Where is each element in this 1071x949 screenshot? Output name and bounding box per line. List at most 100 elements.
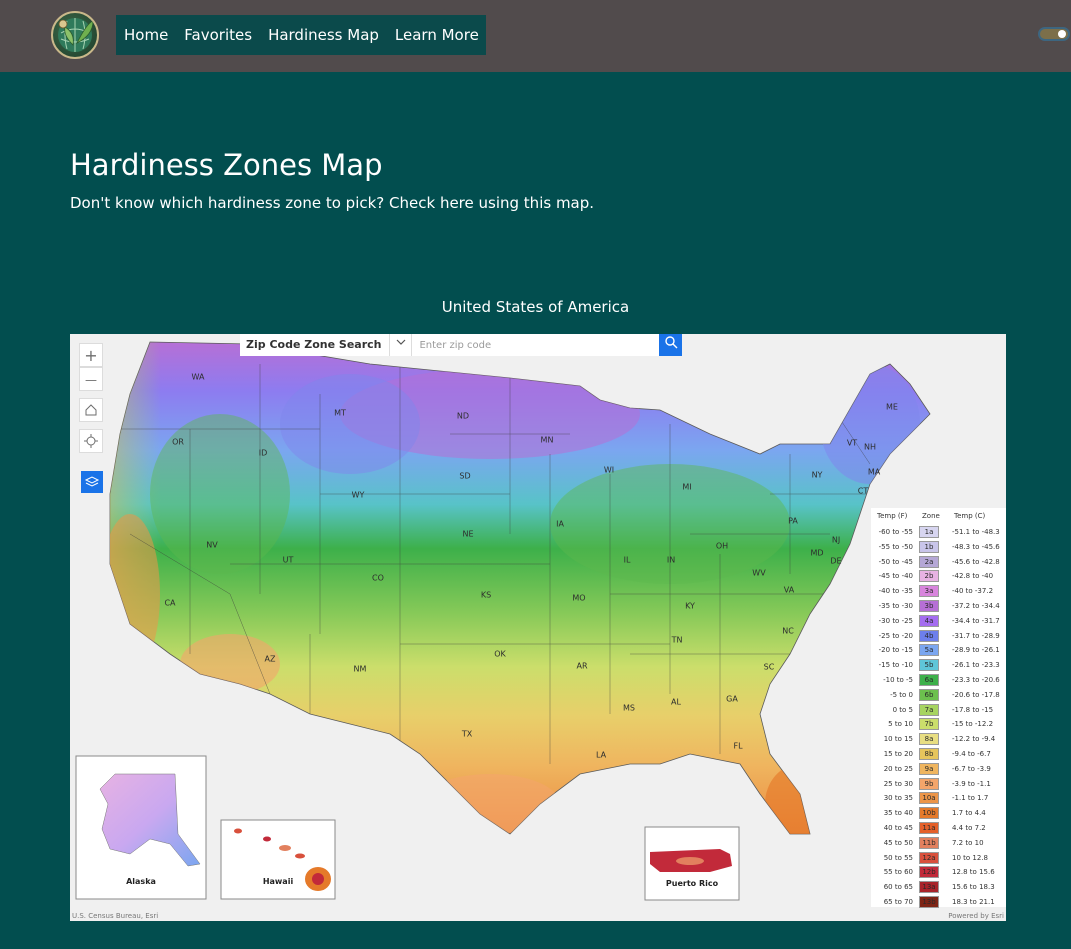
legend-temp-f: -30 to -25 bbox=[878, 616, 913, 625]
state-label-mn: MN bbox=[540, 435, 554, 445]
zip-search-button[interactable] bbox=[659, 334, 683, 356]
zone-legend: Temp (F) Zone Temp (C) -60 to -55 1a -51.1… bbox=[871, 508, 1006, 908]
state-label-ct: CT bbox=[857, 486, 869, 496]
legend-zone-swatch: 7b bbox=[919, 718, 939, 731]
legend-row: -35 to -30 3b -37.2 to -34.4 bbox=[871, 599, 1006, 614]
nav-home[interactable]: Home bbox=[124, 26, 168, 44]
state-label-nc: NC bbox=[782, 626, 794, 636]
legend-row: 15 to 20 8b -9.4 to -6.7 bbox=[871, 747, 1006, 762]
legend-temp-c: -6.7 to -3.9 bbox=[952, 764, 991, 773]
state-label-id: ID bbox=[258, 448, 268, 458]
legend-temp-f: -5 to 0 bbox=[890, 690, 913, 699]
puerto-rico-inset[interactable] bbox=[644, 826, 740, 901]
legend-zone-swatch: 10b bbox=[919, 807, 939, 820]
nav-hardiness-map[interactable]: Hardiness Map bbox=[268, 26, 379, 44]
state-label-nh: NH bbox=[864, 442, 876, 452]
locate-button[interactable] bbox=[79, 429, 103, 453]
legend-temp-c: 18.3 to 21.1 bbox=[952, 898, 995, 906]
chevron-down-icon bbox=[396, 339, 406, 345]
legend-temp-f: 30 to 35 bbox=[883, 794, 913, 803]
legend-zone-swatch: 12a bbox=[919, 851, 939, 864]
state-label-wy: WY bbox=[351, 490, 365, 500]
state-label-wi: WI bbox=[603, 465, 615, 475]
legend-temp-c: -12.2 to -9.4 bbox=[952, 735, 996, 744]
legend-temp-c: -34.4 to -31.7 bbox=[952, 616, 1000, 625]
zip-code-input[interactable] bbox=[412, 334, 660, 356]
legend-temp-c: -26.1 to -23.3 bbox=[952, 661, 1000, 670]
state-label-sd: SD bbox=[459, 471, 471, 481]
state-label-in: IN bbox=[666, 555, 676, 565]
legend-header: Temp (F) Zone Temp (C) bbox=[871, 512, 1006, 524]
legend-row: 10 to 15 8a -12.2 to -9.4 bbox=[871, 732, 1006, 747]
legend-zone-swatch: 6b bbox=[919, 688, 939, 701]
legend-zone-swatch: 11a bbox=[919, 822, 939, 834]
state-label-or: OR bbox=[172, 437, 184, 447]
page-title: Hardiness Zones Map bbox=[70, 148, 383, 182]
state-label-il: IL bbox=[623, 555, 631, 565]
legend-temp-f: 40 to 45 bbox=[883, 824, 913, 832]
layers-button[interactable] bbox=[81, 471, 103, 493]
legend-zone-swatch: 5b bbox=[919, 659, 939, 672]
state-label-oh: OH bbox=[715, 541, 729, 551]
legend-zone-swatch: 6a bbox=[919, 674, 939, 686]
globe-leaf-icon bbox=[58, 18, 94, 52]
map-attribution: U.S. Census Bureau, Esri bbox=[72, 912, 159, 920]
state-label-ma: MA bbox=[867, 467, 881, 477]
inset-label-puerto-rico: Puerto Rico bbox=[665, 879, 719, 888]
nav-learn-more[interactable]: Learn More bbox=[395, 26, 479, 44]
legend-row: 5 to 10 7b -15 to -12.2 bbox=[871, 717, 1006, 732]
theme-toggle[interactable] bbox=[1038, 27, 1070, 41]
legend-zone-swatch: 12b bbox=[919, 866, 939, 879]
zip-search-dropdown[interactable] bbox=[389, 334, 413, 356]
state-label-nm: NM bbox=[353, 664, 367, 674]
state-label-vt: VT bbox=[846, 438, 858, 448]
state-label-la: LA bbox=[595, 750, 607, 760]
legend-row: 40 to 45 11a 4.4 to 7.2 bbox=[871, 821, 1006, 836]
home-button[interactable] bbox=[79, 398, 103, 422]
hawaii-inset[interactable] bbox=[220, 819, 336, 900]
legend-temp-f: 60 to 65 bbox=[883, 883, 913, 892]
map-canvas[interactable] bbox=[70, 334, 1006, 921]
legend-row: 0 to 5 7a -17.8 to -15 bbox=[871, 703, 1006, 718]
nav-favorites[interactable]: Favorites bbox=[184, 26, 252, 44]
legend-temp-f: -20 to -15 bbox=[878, 646, 913, 655]
legend-zone-swatch: 13b bbox=[919, 896, 939, 908]
state-label-md: MD bbox=[810, 548, 824, 558]
zoom-out-button[interactable]: — bbox=[79, 367, 103, 391]
state-label-ar: AR bbox=[576, 661, 588, 671]
legend-temp-c: -1.1 to 1.7 bbox=[952, 794, 989, 803]
inset-label-alaska: Alaska bbox=[126, 877, 156, 886]
legend-temp-f: 10 to 15 bbox=[883, 735, 913, 744]
legend-temp-f: -15 to -10 bbox=[878, 661, 913, 670]
legend-zone-swatch: 4b bbox=[919, 629, 939, 642]
legend-temp-f: 65 to 70 bbox=[883, 898, 913, 906]
legend-zone-swatch: 1b bbox=[919, 540, 939, 553]
legend-temp-c: -23.3 to -20.6 bbox=[952, 676, 1000, 684]
state-label-sc: SC bbox=[763, 662, 775, 672]
legend-temp-c: -31.7 to -28.9 bbox=[952, 631, 1000, 640]
state-label-ks: KS bbox=[480, 590, 492, 600]
site-logo[interactable] bbox=[51, 11, 99, 59]
legend-temp-f: 20 to 25 bbox=[883, 764, 913, 773]
legend-temp-c: 4.4 to 7.2 bbox=[952, 824, 986, 832]
top-navbar: Home Favorites Hardiness Map Learn More bbox=[0, 0, 1071, 72]
legend-temp-c: 15.6 to 18.3 bbox=[952, 883, 995, 892]
state-label-nv: NV bbox=[206, 540, 218, 550]
state-label-wa: WA bbox=[191, 372, 205, 382]
home-icon bbox=[85, 404, 97, 416]
legend-header-temp-f: Temp (F) bbox=[877, 512, 908, 520]
zoom-in-button[interactable]: + bbox=[79, 343, 103, 367]
state-label-az: AZ bbox=[264, 654, 276, 664]
legend-row: 25 to 30 9b -3.9 to -1.1 bbox=[871, 777, 1006, 792]
legend-zone-swatch: 10a bbox=[919, 792, 939, 805]
legend-row: -55 to -50 1b -48.3 to -45.6 bbox=[871, 540, 1006, 555]
search-icon bbox=[665, 336, 678, 349]
legend-temp-f: 0 to 5 bbox=[892, 705, 913, 714]
legend-row: -15 to -10 5b -26.1 to -23.3 bbox=[871, 658, 1006, 673]
legend-zone-swatch: 3a bbox=[919, 585, 939, 598]
legend-temp-c: -17.8 to -15 bbox=[952, 705, 994, 714]
powered-by[interactable]: Powered by Esri bbox=[948, 912, 1004, 920]
hardiness-map[interactable]: + — Zip Code Zone Search WA OR CA NV ID … bbox=[70, 334, 1006, 921]
legend-temp-f: -60 to -55 bbox=[878, 528, 913, 536]
legend-temp-c: -48.3 to -45.6 bbox=[952, 542, 1000, 551]
